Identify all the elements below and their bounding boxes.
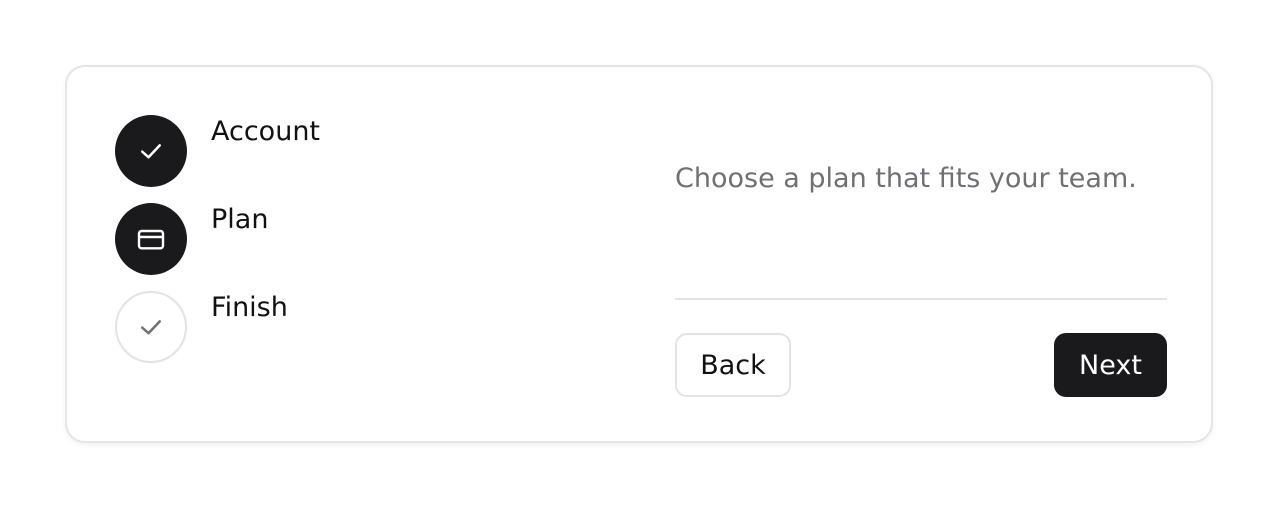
step-account[interactable]: Account [115,115,515,187]
step-finish[interactable]: Finish [115,291,515,363]
check-icon [141,144,161,159]
step-finish-indicator [115,291,187,363]
step-finish-label: Finish [211,292,288,323]
step-plan-label: Plan [211,204,269,235]
step-account-indicator [115,115,187,187]
check-icon [141,320,161,335]
credit-card-icon [137,229,165,250]
back-button[interactable]: Back [675,333,791,397]
next-button[interactable]: Next [1054,333,1167,397]
wizard-card: Account Plan Finish Choose a plan that f… [65,65,1213,443]
step-description: Choose a plan that fits your team. [675,163,1137,194]
step-plan-indicator [115,203,187,275]
divider [675,298,1167,300]
step-account-label: Account [211,116,321,147]
step-plan[interactable]: Plan [115,203,515,275]
